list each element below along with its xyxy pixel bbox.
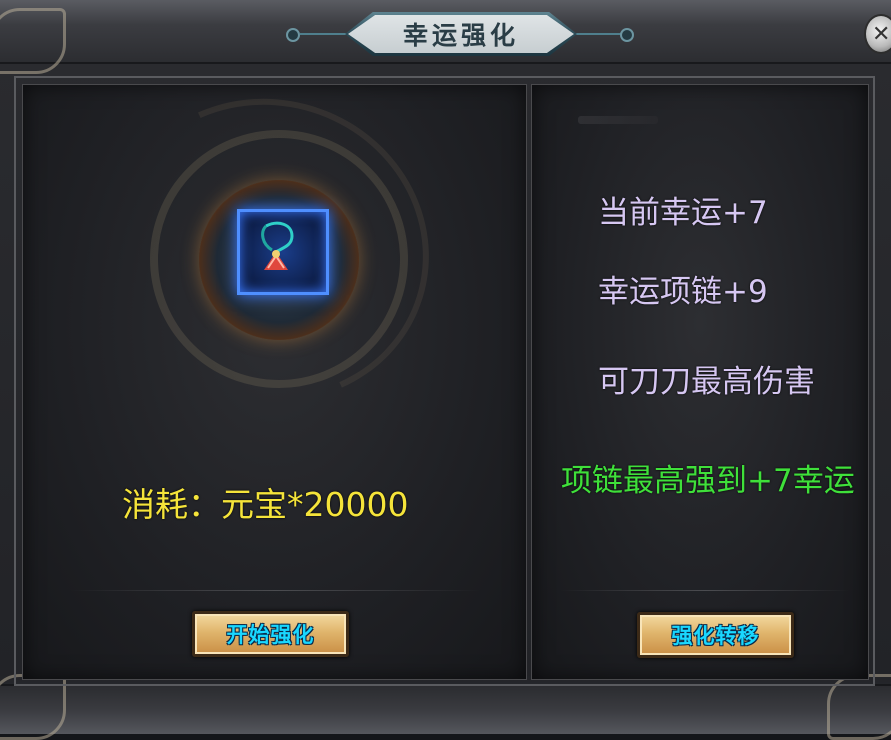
right-panel-faint-header [578, 116, 658, 124]
right-panel-divider [560, 590, 850, 591]
left-panel-divider [70, 590, 480, 591]
close-button[interactable]: ✕ [864, 14, 891, 54]
bottom-bar [0, 684, 891, 734]
start-strengthen-label: 开始强化 [226, 622, 315, 647]
strengthen-transfer-button[interactable]: 强化转移 [637, 612, 794, 658]
window-title: 幸运强化 [402, 21, 519, 50]
item-slot[interactable] [237, 209, 329, 295]
title-deco-left-dot [286, 28, 300, 42]
start-strengthen-button[interactable]: 开始强化 [192, 611, 349, 657]
strengthen-transfer-label: 强化转移 [671, 623, 760, 648]
necklace-icon [261, 221, 294, 270]
necklace-luck-text: 幸运项链+9 [598, 274, 768, 310]
corner-ornament-top-left [0, 8, 66, 74]
title-deco-left-line [300, 33, 348, 35]
title-plaque: 幸运强化 [345, 12, 577, 56]
title-deco-right-line [574, 33, 622, 35]
title-deco-right-dot [620, 28, 634, 42]
max-damage-text: 可刀刀最高伤害 [598, 364, 815, 400]
cost-label: 消耗：元宝*20000 [122, 485, 409, 524]
max-strengthen-text: 项链最高强到+7幸运 [561, 463, 855, 499]
close-icon: ✕ [872, 22, 891, 47]
current-luck-text: 当前幸运+7 [598, 195, 768, 231]
